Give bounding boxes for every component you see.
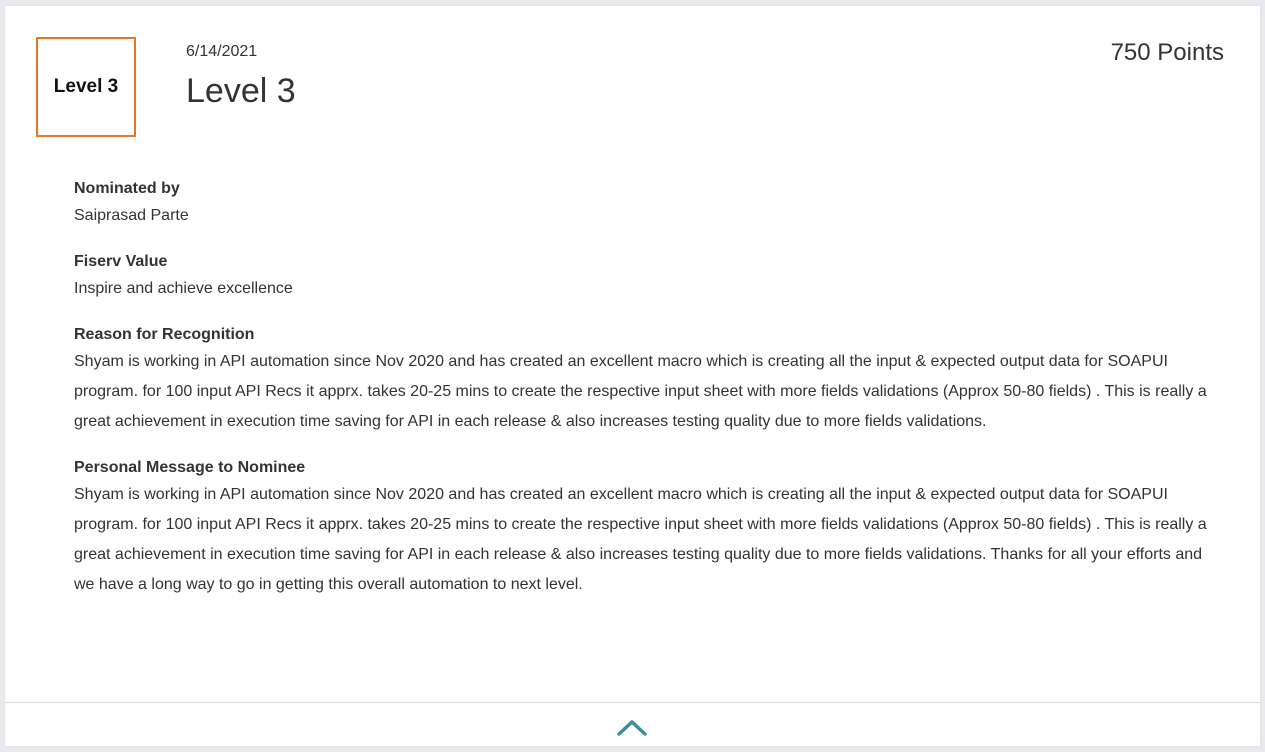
award-title: Level 3 xyxy=(186,72,296,110)
fiserv-value-value: Inspire and achieve excellence xyxy=(74,280,293,297)
reason-value: Shyam is working in API automation since… xyxy=(74,353,1207,430)
message-value: Shyam is working in API automation since… xyxy=(74,486,1207,593)
level-badge-label: Level 3 xyxy=(53,76,119,97)
award-points: 750 Points xyxy=(1110,39,1224,66)
nominated-by-section: Nominated by Saiprasad Parte xyxy=(74,178,1224,231)
award-details: Nominated by Saiprasad Parte Fiserv Valu… xyxy=(74,178,1224,620)
reason-section: Reason for Recognition Shyam is working … xyxy=(74,324,1224,437)
message-section: Personal Message to Nominee Shyam is wor… xyxy=(74,457,1224,600)
recognition-card: Level 3 6/14/2021 Level 3 750 Points Nom… xyxy=(5,6,1260,746)
collapse-button[interactable] xyxy=(614,712,650,742)
fiserv-value-section: Fiserv Value Inspire and achieve excelle… xyxy=(74,251,1224,304)
nominated-by-value: Saiprasad Parte xyxy=(74,207,189,224)
level-badge: Level 3 xyxy=(36,37,136,137)
award-date: 6/14/2021 xyxy=(186,43,258,60)
chevron-up-icon xyxy=(617,720,647,736)
reason-label: Reason for Recognition xyxy=(74,326,255,343)
message-label: Personal Message to Nominee xyxy=(74,459,306,476)
nominated-by-label: Nominated by xyxy=(74,180,180,197)
card-divider xyxy=(5,702,1260,703)
fiserv-value-label: Fiserv Value xyxy=(74,253,168,270)
